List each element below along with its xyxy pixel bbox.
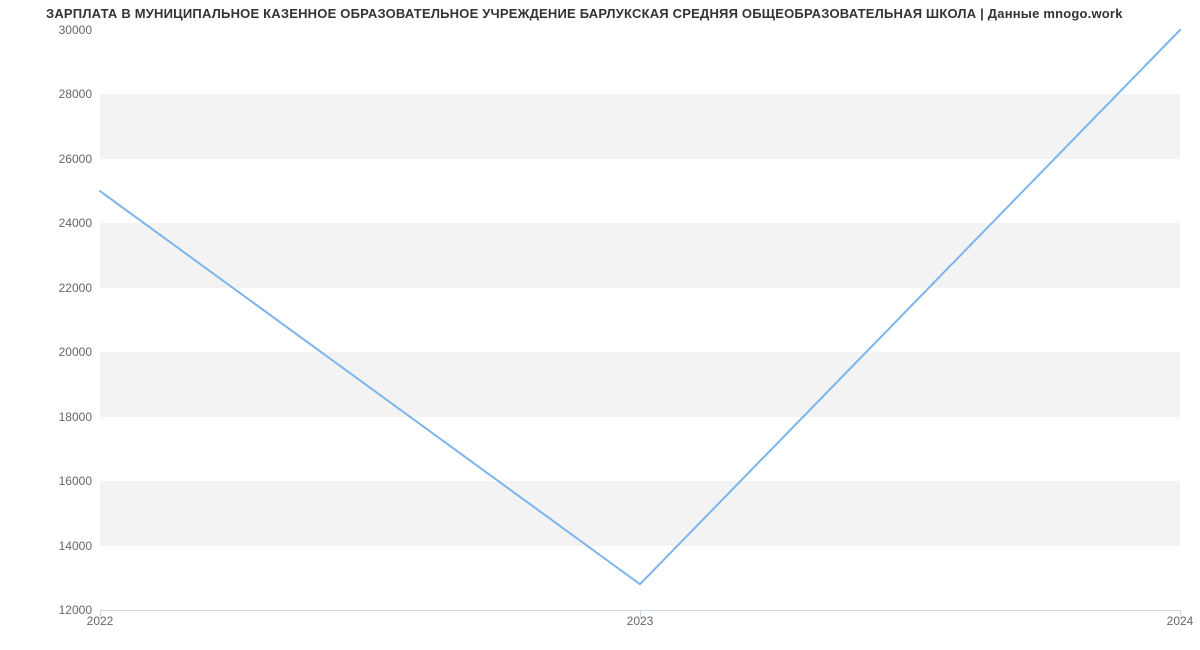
chart-container: ЗАРПЛАТА В МУНИЦИПАЛЬНОЕ КАЗЕННОЕ ОБРАЗО… [0,0,1200,650]
y-tick-label: 14000 [12,539,92,553]
y-tick-label: 30000 [12,23,92,37]
series-line [100,30,1180,584]
x-tick-label: 2024 [1167,614,1194,628]
y-tick-label: 18000 [12,410,92,424]
y-tick-label: 20000 [12,345,92,359]
y-tick-label: 24000 [12,216,92,230]
line-series-svg [100,30,1180,610]
y-tick-label: 26000 [12,152,92,166]
y-tick-label: 22000 [12,281,92,295]
y-tick-label: 12000 [12,603,92,617]
x-tick-label: 2023 [627,614,654,628]
y-tick-label: 28000 [12,87,92,101]
y-tick-label: 16000 [12,474,92,488]
x-tick-label: 2022 [87,614,114,628]
chart-title: ЗАРПЛАТА В МУНИЦИПАЛЬНОЕ КАЗЕННОЕ ОБРАЗО… [0,6,1200,21]
plot-area [100,30,1180,610]
